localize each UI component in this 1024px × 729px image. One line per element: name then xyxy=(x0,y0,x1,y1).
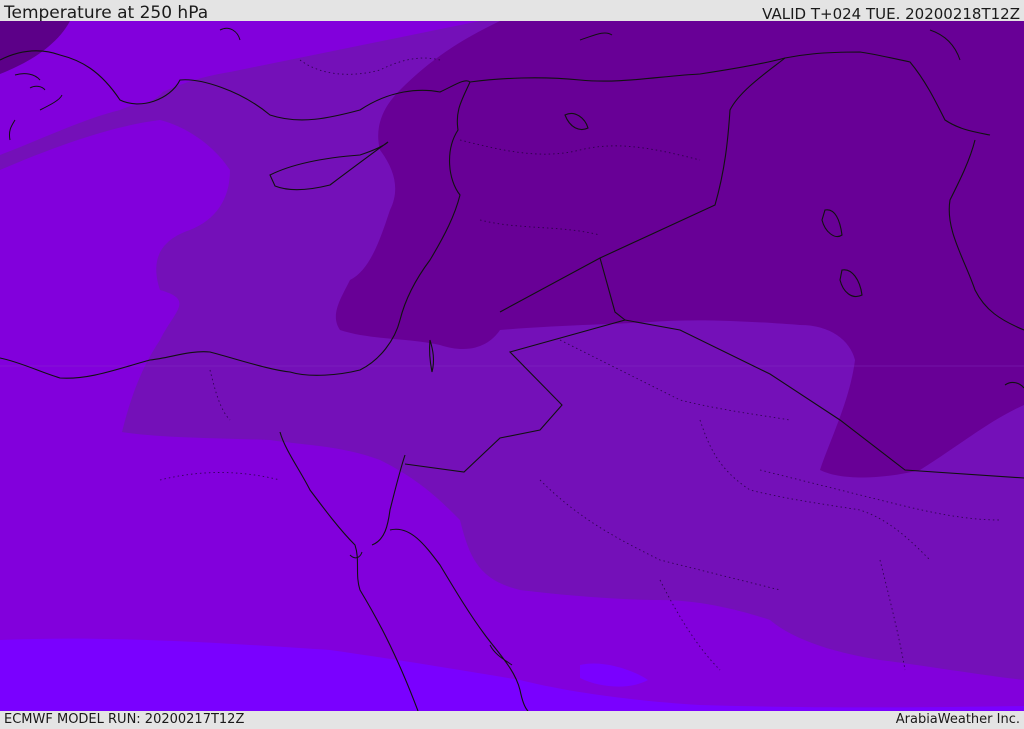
temperature-map xyxy=(0,21,1024,711)
map-title: Temperature at 250 hPa xyxy=(4,3,209,23)
model-run: ECMWF MODEL RUN: 20200217T12Z xyxy=(4,712,245,727)
header-bar: Temperature at 250 hPa VALID T+024 TUE. … xyxy=(0,0,1024,23)
credit: ArabiaWeather Inc. xyxy=(895,712,1020,727)
footer-bar: ECMWF MODEL RUN: 20200217T12Z ArabiaWeat… xyxy=(0,711,1024,729)
